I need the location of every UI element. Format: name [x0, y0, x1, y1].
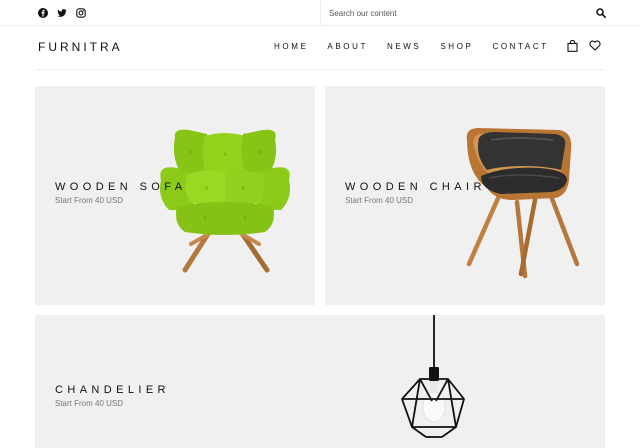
search-icon: [596, 8, 606, 18]
social-links: [38, 8, 86, 18]
product-title: WOODEN CHAIR: [345, 181, 486, 193]
site-logo[interactable]: FURNITRA: [38, 40, 123, 54]
product-title: WOODEN SOFA: [55, 181, 187, 193]
instagram-icon[interactable]: [76, 8, 86, 18]
nav-news[interactable]: NEWS: [387, 42, 421, 51]
product-price: Start From 40 USD: [55, 399, 124, 408]
green-armchair-image: [160, 129, 290, 273]
facebook-icon[interactable]: [38, 8, 48, 18]
search-button[interactable]: [594, 6, 608, 20]
nav-home[interactable]: HOME: [274, 42, 308, 51]
main-nav: HOME ABOUT NEWS SHOP CONTACT: [274, 42, 549, 51]
nav-contact[interactable]: CONTACT: [492, 42, 548, 51]
product-card-wooden-sofa[interactable]: WOODEN SOFA Start From 40 USD: [35, 86, 315, 305]
product-card-wooden-chair[interactable]: WOODEN CHAIR Start From 40 USD: [325, 86, 605, 305]
shopping-bag-icon[interactable]: [567, 40, 578, 52]
product-price: Start From 40 USD: [55, 196, 124, 205]
wire-pendant-lamp-image: [401, 315, 465, 438]
top-bar: [0, 0, 640, 26]
product-card-chandelier[interactable]: CHANDELIER Start From 40 USD: [35, 315, 605, 448]
product-price: Start From 40 USD: [345, 196, 414, 205]
search-bar: [320, 0, 608, 26]
header-divider: [35, 69, 605, 70]
product-title: CHANDELIER: [55, 384, 170, 396]
twitter-icon[interactable]: [57, 8, 67, 18]
nav-about[interactable]: ABOUT: [327, 42, 368, 51]
nav-shop[interactable]: SHOP: [440, 42, 473, 51]
search-input[interactable]: [329, 6, 579, 20]
leather-wooden-chair-image: [466, 128, 580, 279]
heart-icon[interactable]: [589, 40, 601, 51]
